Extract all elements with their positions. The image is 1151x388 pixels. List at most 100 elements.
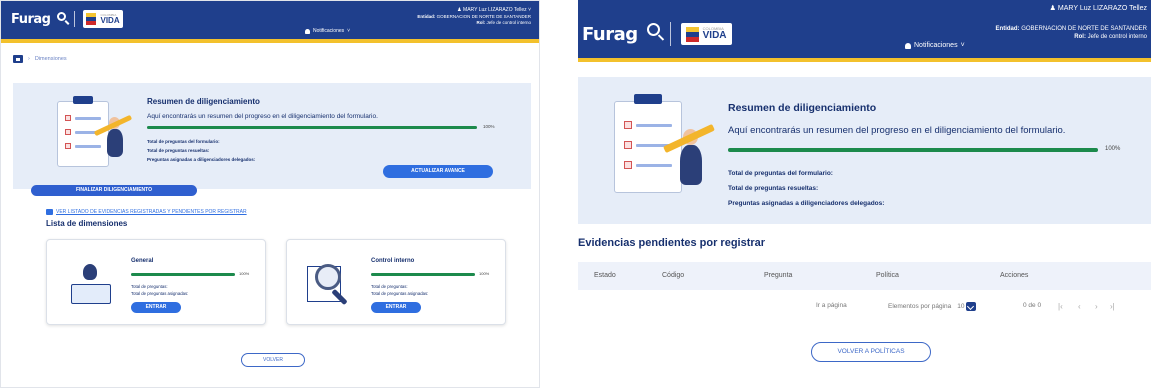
checkbox-icon <box>624 161 632 169</box>
progress-percent: 100% <box>483 124 495 129</box>
checkbox-icon <box>624 121 632 129</box>
stat-preguntas-resueltas: Total de preguntas resueltas: <box>728 185 819 192</box>
first-page-icon[interactable]: |‹ <box>1058 302 1063 311</box>
stat-total-preguntas: Total de preguntas del formulario: <box>147 139 220 144</box>
person-illustration <box>107 129 123 157</box>
person-illustration <box>680 145 702 185</box>
logo-separator <box>669 22 671 46</box>
entidad-label: Entidad: <box>417 14 436 20</box>
bell-icon <box>305 28 310 34</box>
dimension-stat-asignadas: Total de preguntas asignadas: <box>131 291 189 296</box>
items-per-page-control: Elementos por página 10 <box>888 302 977 311</box>
dimension-stat-total: Total de preguntas: <box>131 284 168 289</box>
top-header: Furag COLOMBIA VIDA Notificaciones ˅ ♟ MA… <box>1 1 539 43</box>
chevron-down-icon: ˅ <box>960 42 965 49</box>
rol-value: Jefe de control interno <box>1087 33 1147 40</box>
flag-icon <box>685 26 699 42</box>
dimension-card-general: General 100% Total de preguntas: Total d… <box>46 239 266 325</box>
magnifier-icon <box>315 264 341 290</box>
notifications-menu[interactable]: Notificaciones ˅ <box>905 42 965 49</box>
progress-percent: 100% <box>1105 146 1121 152</box>
notifications-label: Notificaciones <box>313 28 345 34</box>
clipboard-illustration <box>53 93 139 177</box>
document-icon <box>46 209 53 215</box>
vida-logo-text: COLOMBIA VIDA <box>100 12 120 25</box>
last-page-icon[interactable]: ›| <box>1110 302 1115 311</box>
left-screenshot-panel: Furag COLOMBIA VIDA Notificaciones ˅ ♟ MA… <box>0 0 540 388</box>
notifications-menu[interactable]: Notificaciones ˅ <box>305 28 350 34</box>
enter-general-button[interactable]: ENTRAR <box>131 302 181 313</box>
user-info: ♟ MARY Luz LIZARAZO Tellez ˅ Entidad: GO… <box>417 7 531 26</box>
checkbox-icon <box>65 115 71 121</box>
column-header-politica[interactable]: Política <box>876 272 899 279</box>
logo-separator <box>74 11 76 27</box>
reader-illustration <box>67 260 119 310</box>
user-menu[interactable]: ♟ MARY Luz LIZARAZO Tellez <box>1050 5 1147 14</box>
rol-label: Rol: <box>1074 33 1086 40</box>
clipboard-illustration <box>610 91 720 209</box>
colombia-vida-logo: COLOMBIA VIDA <box>83 10 123 28</box>
chevron-right-icon: › <box>28 56 30 62</box>
progress-fill <box>147 126 477 129</box>
summary-card: Resumen de diligenciamiento Aquí encontr… <box>13 83 531 189</box>
colombia-vida-logo: COLOMBIA VIDA <box>680 23 732 45</box>
user-menu[interactable]: ♟ MARY Luz LIZARAZO Tellez ˅ <box>417 7 531 13</box>
stat-preguntas-asignadas: Preguntas asignadas a diligenciadores de… <box>728 200 885 207</box>
evidence-list-link-text: VER LISTADO DE EVIDENCIAS REGISTRADAS Y … <box>56 209 247 215</box>
goto-page-control[interactable]: Ir a página <box>816 302 847 309</box>
rol-value: Jefe de control interno <box>486 19 531 25</box>
back-button[interactable]: VOLVER <box>241 353 305 367</box>
back-to-policies-button[interactable]: VOLVER A POLÍTICAS <box>811 342 931 362</box>
table-header: Estado Código Pregunta Política Acciones <box>578 262 1151 290</box>
previous-page-icon[interactable]: ‹ <box>1078 302 1081 311</box>
user-info: ♟ MARY Luz LIZARAZO Tellez Entidad: GOBE… <box>996 5 1147 41</box>
column-header-estado[interactable]: Estado <box>594 272 616 279</box>
evidence-list-link[interactable]: VER LISTADO DE EVIDENCIAS REGISTRADAS Y … <box>46 209 247 215</box>
dimension-progress-bar <box>131 273 235 276</box>
column-header-pregunta[interactable]: Pregunta <box>764 272 792 279</box>
column-header-codigo[interactable]: Código <box>662 272 684 279</box>
progress-bar <box>147 126 477 129</box>
home-icon[interactable] <box>13 55 23 63</box>
rol-label: Rol: <box>476 19 486 25</box>
progress-bar <box>728 148 1098 152</box>
items-per-page-select[interactable]: 10 <box>957 302 977 311</box>
checkbox-icon <box>624 141 632 149</box>
reader-head <box>83 264 97 280</box>
furag-logo-text: Furag <box>582 23 638 45</box>
dimension-stat-total: Total de preguntas: <box>371 284 408 289</box>
enter-control-interno-button[interactable]: ENTRAR <box>371 302 421 313</box>
summary-description: Aquí encontrarás un resumen del progreso… <box>147 113 378 120</box>
summary-description: Aquí encontrarás un resumen del progreso… <box>728 125 1066 136</box>
dimension-stat-asignadas: Total de preguntas asignadas: <box>371 291 429 296</box>
checkbox-icon <box>65 129 71 135</box>
column-header-acciones[interactable]: Acciones <box>1000 272 1028 279</box>
entidad-value: GOBERNACION DE NORTE DE SANTANDER <box>1021 26 1147 32</box>
items-per-page-value: 10 <box>957 303 965 310</box>
progress-fill <box>728 148 1098 152</box>
dimension-progress-percent: 100% <box>479 271 490 276</box>
dimension-name: General <box>131 258 154 264</box>
chevron-down-icon: ˅ <box>528 7 531 13</box>
right-screenshot-panel: Furag COLOMBIA VIDA Notificaciones ˅ ♟ MA… <box>578 0 1151 372</box>
items-per-page-label: Elementos por página <box>888 303 952 310</box>
finalize-button[interactable]: FINALIZAR DILIGENCIAMIENTO <box>31 185 197 196</box>
app-logo[interactable]: Furag COLOMBIA VIDA <box>582 22 732 46</box>
dimension-progress-fill <box>371 273 475 276</box>
stat-total-preguntas: Total de preguntas del formulario: <box>728 170 833 177</box>
chevron-down-icon <box>966 302 977 311</box>
user-icon: ♟ <box>457 7 462 13</box>
breadcrumb: › Dimensiones <box>13 55 67 63</box>
goto-page-label: Ir a página <box>816 302 847 309</box>
breadcrumb-current[interactable]: Dimensiones <box>35 56 67 62</box>
user-name: MARY Luz LIZARAZO Tellez <box>463 7 527 13</box>
magnifier-illustration <box>307 260 359 310</box>
dimension-card-control-interno: Control interno 100% Total de preguntas:… <box>286 239 506 325</box>
next-page-icon[interactable]: › <box>1095 302 1098 311</box>
app-logo[interactable]: Furag COLOMBIA VIDA <box>11 10 123 28</box>
stat-preguntas-asignadas: Preguntas asignadas a diligenciadores de… <box>147 157 256 162</box>
top-header: Furag COLOMBIA VIDA Notificaciones ˅ ♟ MA… <box>578 0 1151 62</box>
pending-evidence-title: Evidencias pendientes por registrar <box>578 237 766 249</box>
notifications-label: Notificaciones <box>914 42 958 49</box>
update-progress-button[interactable]: ACTUALIZAR AVANCE <box>383 165 493 178</box>
